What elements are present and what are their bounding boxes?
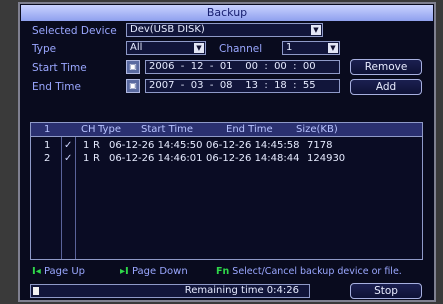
row-index: 1 — [44, 140, 51, 151]
remove-button[interactable]: Remove — [350, 59, 422, 75]
row-size: 124930 — [307, 153, 346, 164]
table-row[interactable]: 2 ✓ 1 R 06-12-26 14:46:01 06-12-26 14:48… — [31, 152, 422, 165]
channel-select[interactable]: 1 ▼ — [282, 41, 340, 55]
selected-device-select[interactable]: Dev(USB DISK) ▼ — [126, 23, 323, 37]
chevron-down-icon: ▼ — [311, 25, 321, 35]
type-value: All — [130, 42, 143, 53]
start-time-field[interactable]: 2006 - 12 - 01 00 : 00 : 00 — [145, 60, 340, 74]
header-size: Size(KB) — [296, 124, 338, 135]
calendar-icon[interactable]: ▣ — [126, 60, 140, 74]
select-cancel-hint: Fn Select/Cancel backup device or file. — [216, 266, 402, 277]
add-button[interactable]: Add — [350, 79, 422, 95]
page-up-label: Page Up — [43, 266, 85, 277]
row-index: 2 — [44, 153, 51, 164]
row-type: R — [93, 153, 100, 164]
header-type: Type — [98, 124, 121, 135]
check-icon[interactable]: ✓ — [64, 152, 72, 165]
row-type: R — [93, 140, 100, 151]
row-start-time: 06-12-26 14:45:50 — [109, 140, 203, 151]
chevron-down-icon: ▼ — [194, 43, 204, 53]
row-ch: 1 — [83, 140, 90, 151]
page-down-label: Page Down — [131, 266, 188, 277]
remaining-time-label: Remaining time 0:4:26 — [184, 285, 299, 296]
channel-label: Channel — [219, 43, 263, 55]
end-time-field[interactable]: 2007 - 03 - 08 13 : 18 : 55 — [145, 79, 340, 93]
check-icon[interactable]: ✓ — [64, 139, 72, 152]
channel-value: 1 — [286, 42, 293, 53]
row-end-time: 06-12-26 14:45:58 — [206, 140, 300, 151]
row-end-time: 06-12-26 14:48:44 — [206, 153, 300, 164]
calendar-icon[interactable]: ▣ — [126, 79, 140, 93]
page-up-hint: I◂ Page Up — [32, 266, 85, 277]
page-down-icon: ▸I — [120, 266, 129, 277]
type-label: Type — [32, 43, 57, 55]
header-index: 1 — [44, 124, 51, 135]
start-time-label: Start Time — [32, 62, 87, 74]
header-ch: CH — [81, 124, 96, 135]
page-up-icon: I◂ — [32, 266, 41, 277]
fn-icon: Fn — [216, 266, 230, 277]
selected-device-value: Dev(USB DISK) — [130, 24, 205, 35]
chevron-down-icon: ▼ — [328, 43, 338, 53]
end-time-label: End Time — [32, 81, 81, 93]
row-size: 7178 — [307, 140, 333, 151]
backup-progress-bar: Remaining time 0:4:26 — [30, 284, 310, 298]
type-select[interactable]: All ▼ — [126, 41, 206, 55]
backup-dialog: Backup Selected Device Dev(USB DISK) ▼ T… — [18, 2, 436, 302]
header-start-time: Start Time — [141, 124, 194, 135]
header-end-time: End Time — [226, 124, 273, 135]
table-header: 1 CH Type Start Time End Time Size(KB) — [31, 123, 422, 137]
selected-device-label: Selected Device — [32, 25, 117, 37]
row-start-time: 06-12-26 14:46:01 — [109, 153, 203, 164]
table-row[interactable]: 1 ✓ 1 R 06-12-26 14:45:50 06-12-26 14:45… — [31, 139, 422, 152]
window-title: Backup — [21, 5, 433, 21]
stop-button[interactable]: Stop — [350, 283, 422, 299]
file-table: 1 CH Type Start Time End Time Size(KB) 1… — [30, 122, 423, 260]
page-down-hint: ▸I Page Down — [120, 266, 188, 277]
progress-fill — [33, 287, 39, 295]
select-cancel-label: Select/Cancel backup device or file. — [232, 266, 402, 277]
row-ch: 1 — [83, 153, 90, 164]
